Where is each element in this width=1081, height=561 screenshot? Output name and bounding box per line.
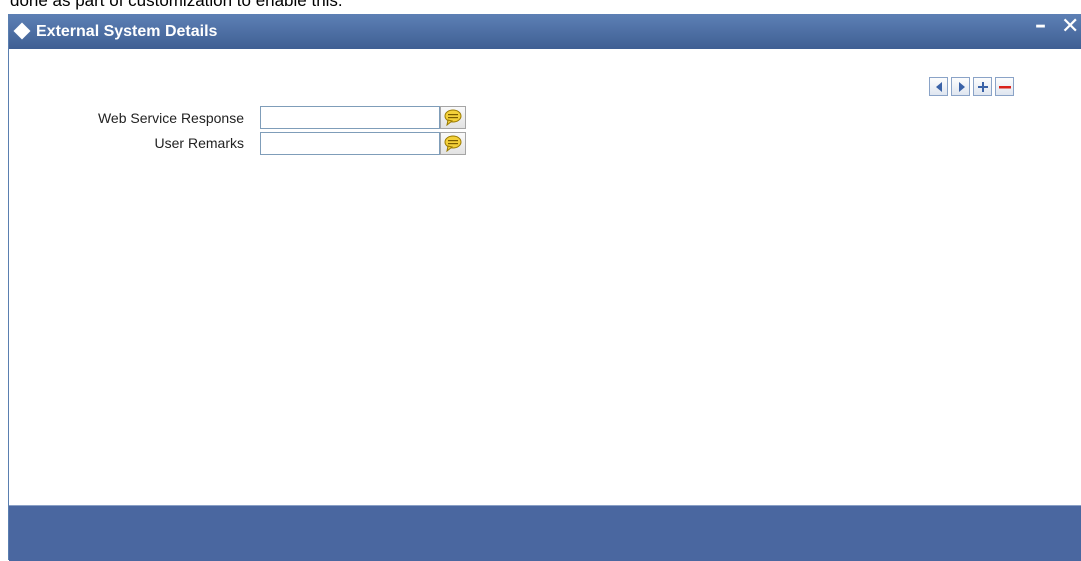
speech-bubble-icon [444,135,462,152]
record-navigation-toolbar [929,77,1014,97]
next-record-button[interactable] [951,77,970,96]
close-button[interactable]: ✕ [1061,15,1079,39]
previous-record-button[interactable] [929,77,948,96]
diamond-icon [13,22,31,40]
delete-row-icon [999,86,1011,89]
window-title: External System Details [36,23,218,40]
window-titlebar: External System Details – ✕ [9,14,1081,49]
speech-bubble-icon [444,109,462,126]
previous-record-icon [936,82,942,92]
delete-row-button[interactable] [995,77,1014,96]
web-service-response-field[interactable] [260,106,440,129]
minimize-button[interactable]: – [1035,14,1046,38]
external-system-details-window: External System Details – ✕ Web Service … [8,14,1081,561]
document-text-fragment: done as part of customization to enable … [10,0,343,10]
next-record-icon [959,82,965,92]
user-remarks-field[interactable] [260,132,440,155]
add-row-button[interactable] [973,77,992,96]
window-footer [9,505,1081,561]
window-body: Web Service Response User Remarks [9,49,1081,505]
web-service-response-comment-button[interactable] [440,106,466,129]
user-remarks-comment-button[interactable] [440,132,466,155]
add-row-icon [978,82,988,92]
user-remarks-label: User Remarks [154,135,244,151]
web-service-response-label: Web Service Response [97,110,244,126]
